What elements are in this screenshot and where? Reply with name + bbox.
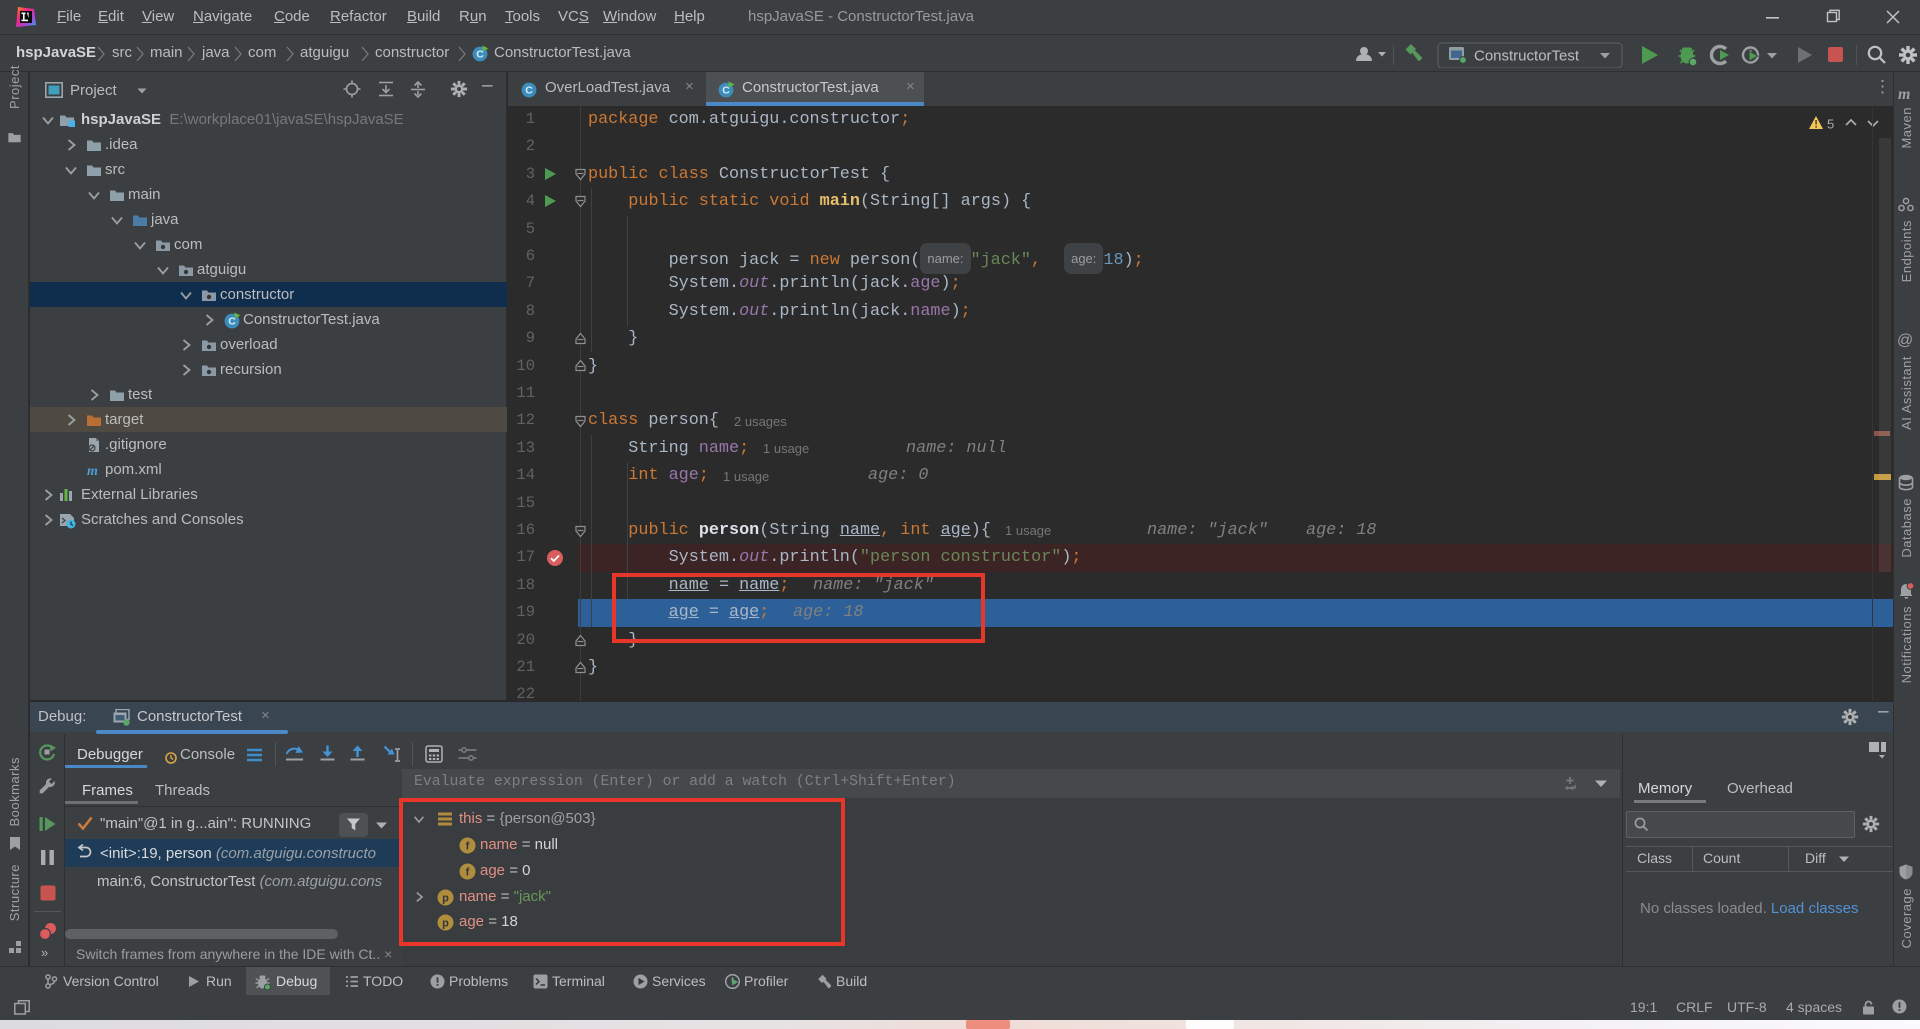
svg-text:5: 5: [1827, 117, 1834, 132]
svg-text:C: C: [525, 85, 533, 97]
svg-text:ConstructorTest: ConstructorTest: [1474, 48, 1580, 65]
svg-text:m: m: [87, 464, 98, 478]
